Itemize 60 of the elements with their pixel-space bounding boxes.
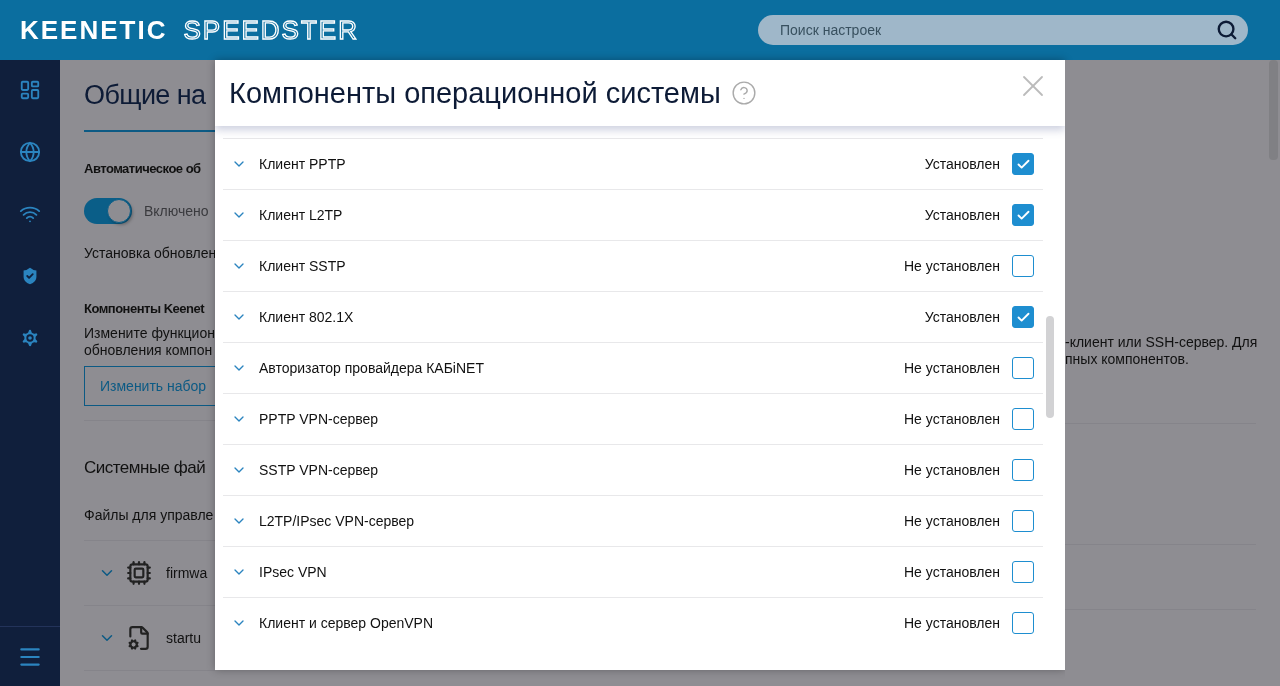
search-icon[interactable] [1216,19,1238,41]
section-heading: Системные фай [84,457,207,479]
dashboard-icon [19,79,41,101]
file-name: firmwa [166,565,208,581]
checkbox[interactable] [1012,612,1034,634]
chip-file-icon [126,560,152,586]
toggle-switch[interactable] [84,198,132,224]
help-icon[interactable] [730,80,757,106]
component-name: L2TP/IPsec VPN-сервер [259,513,415,529]
section-heading: Компоненты Keenet [84,301,206,316]
toggle-label: Включено [144,203,209,219]
component-name: Клиент PPTP [259,156,346,172]
install-status: Не установлен [904,513,1000,529]
install-status: Установлен [924,207,1000,223]
install-status: Установлен [924,156,1000,172]
checkbox[interactable] [1012,306,1034,328]
dialog-title: Компоненты операционной системы [229,76,721,110]
component-name: SSTP VPN-сервер [259,462,379,478]
checkbox[interactable] [1012,357,1034,379]
checkbox[interactable] [1012,153,1034,175]
description-text: обновления компон [84,342,214,359]
gear-file-icon [126,625,152,651]
checkbox[interactable] [1012,408,1034,430]
component-name: Клиент 802.1X [259,309,354,325]
file-name: startu [166,630,201,646]
update-note: Установка обновлен [84,245,215,262]
component-name: Клиент и сервер OpenVPN [259,615,434,631]
description-text: -клиент или SSH-сервер. Для [1065,334,1259,351]
search-input[interactable]: Поиск настроек [778,21,1216,39]
sidebar-item[interactable] [18,140,42,164]
sidebar-item[interactable] [18,78,42,102]
search-field[interactable]: Поиск настроек [758,15,1248,45]
component-name: PPTP VPN-сервер [259,411,379,427]
checkbox[interactable] [1012,204,1034,226]
install-status: Не установлен [904,615,1000,631]
description-text: пных компонентов. [1065,351,1190,368]
install-status: Не установлен [904,411,1000,427]
component-name: Авторизатор провайдера КАБiNET [259,360,484,376]
description-text: Измените функцион [84,325,215,342]
component-name: Клиент L2TP [259,207,343,223]
component-name: IPsec VPN [259,564,327,580]
section-heading: Автоматическое об [84,161,202,176]
install-status: Не установлен [904,462,1000,478]
logo-brand: KEENETIC [20,14,168,46]
install-status: Не установлен [904,258,1000,274]
settings-icon [19,327,41,349]
globe-icon [19,141,41,163]
install-status: Установлен [924,309,1000,325]
component-name: Клиент SSTP [259,258,346,274]
files-note: Файлы для управле [84,507,215,524]
install-status: Не установлен [904,564,1000,580]
checkbox[interactable] [1012,561,1034,583]
checkbox[interactable] [1012,459,1034,481]
checkbox[interactable] [1012,510,1034,532]
page-title: Общие на [84,79,206,111]
logo-model: SPEEDSTER [183,14,359,46]
checkbox[interactable] [1012,255,1034,277]
scrollbar-thumb[interactable] [1046,316,1054,418]
scrollbar-thumb[interactable] [1269,60,1278,160]
install-status: Не установлен [904,360,1000,376]
